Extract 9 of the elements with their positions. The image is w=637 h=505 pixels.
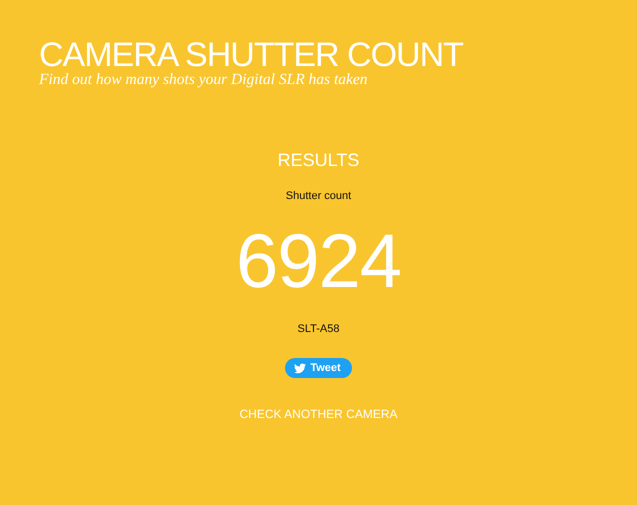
bird-icon [294,362,306,374]
shutter-count-value: 6924 [236,222,402,302]
check-another-camera-link[interactable]: CHECK ANOTHER CAMERA [239,407,398,421]
tweet-button[interactable]: Tweet [285,358,352,378]
page-subtitle: Find out how many shots your Digital SLR has taken [39,71,368,89]
camera-model: SLT-A58 [298,323,340,335]
results-heading: RESULTS [278,149,360,171]
shutter-count-label: Shutter count [286,190,352,202]
page-title: CAMERA SHUTTER COUNT [39,36,463,74]
